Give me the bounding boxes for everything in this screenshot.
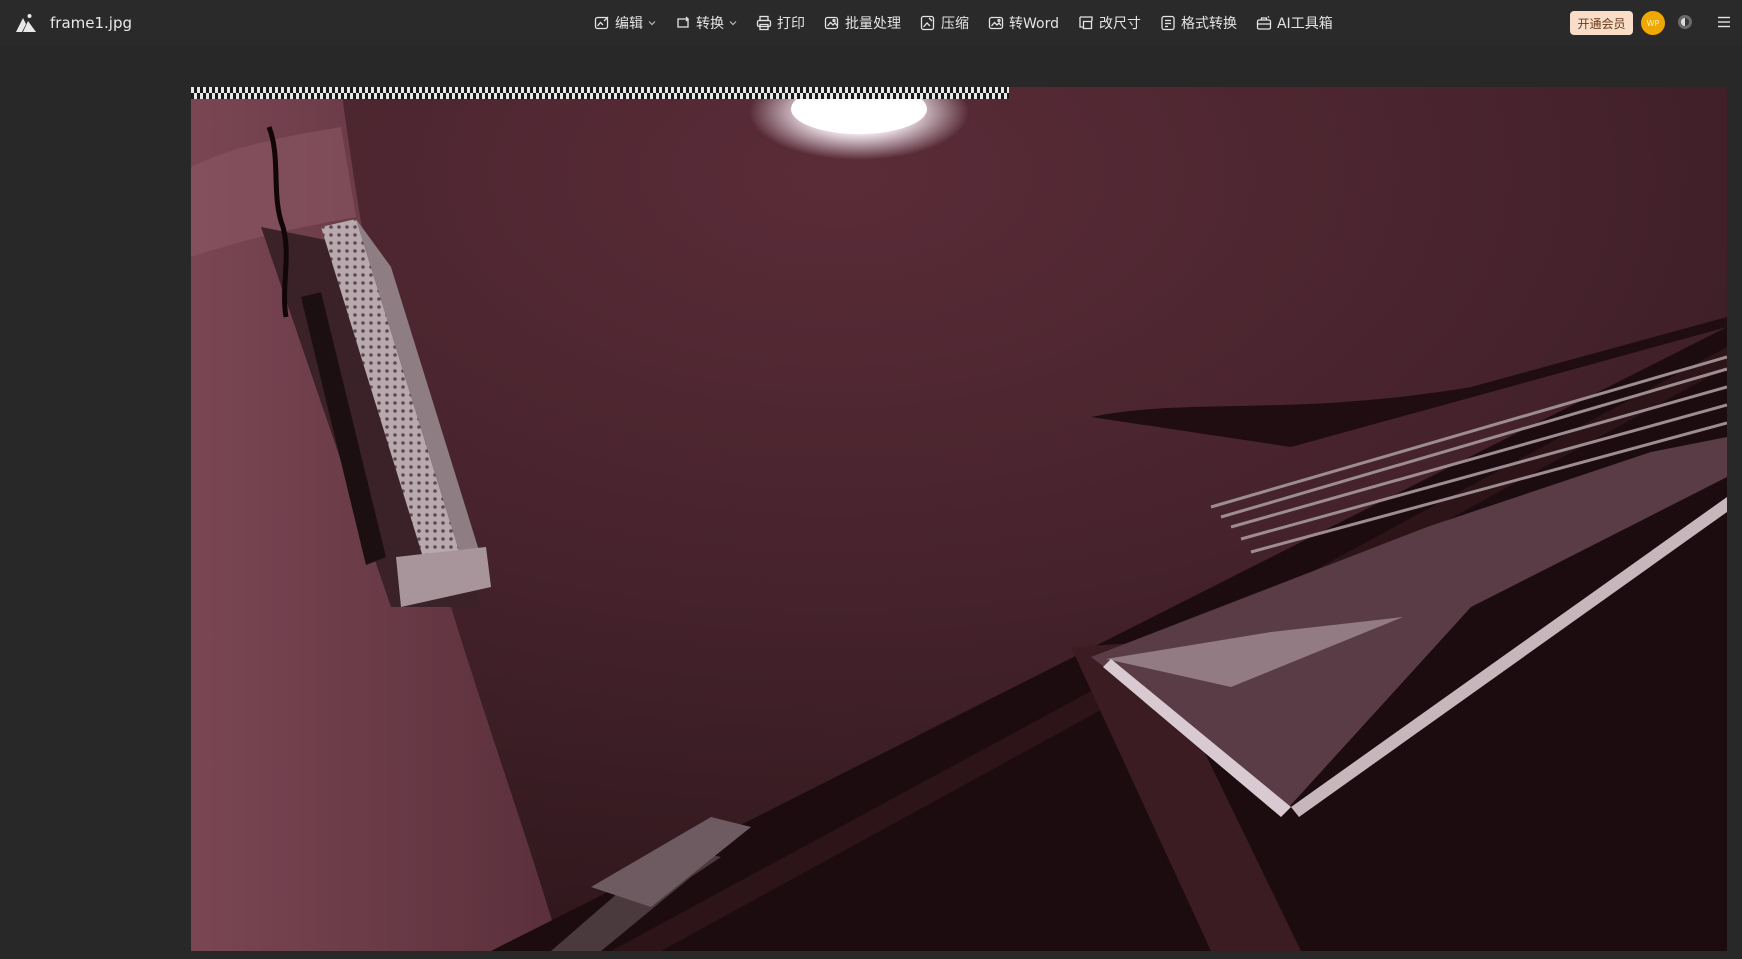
theme-toggle-icon[interactable] xyxy=(1678,15,1692,29)
word-image-icon xyxy=(988,16,1004,30)
to-word-label: 转Word xyxy=(1009,16,1059,32)
edit-label: 编辑 xyxy=(615,16,643,32)
displayed-photo[interactable] xyxy=(191,87,1727,951)
to-word-button[interactable]: 转Word xyxy=(988,13,1059,33)
rotate-icon xyxy=(677,16,689,28)
top-bar: frame1.jpg 编辑 转换 打印 批量处理 压缩 转Word 改尺寸 格式… xyxy=(0,0,1742,46)
convert-label: 转换 xyxy=(696,16,724,32)
format-convert-icon xyxy=(1161,15,1175,31)
edit-menu-button[interactable]: 编辑 xyxy=(594,13,656,33)
format-convert-label: 格式转换 xyxy=(1180,16,1237,32)
hamburger-menu-icon[interactable] xyxy=(1717,15,1731,29)
ai-toolbox-label: AI工具箱 xyxy=(1276,16,1333,32)
image-edit-icon xyxy=(594,16,609,30)
print-button[interactable]: 打印 xyxy=(756,13,805,33)
open-membership-button[interactable]: 开通会员 xyxy=(1570,11,1633,35)
batch-process-button[interactable]: 批量处理 xyxy=(824,13,901,33)
avatar[interactable]: WP xyxy=(1641,11,1665,35)
printer-icon xyxy=(756,15,772,31)
toolbar: 编辑 转换 打印 批量处理 压缩 转Word 改尺寸 格式转换 AI工具箱 xyxy=(594,10,1333,36)
chevron-down-icon xyxy=(648,21,656,26)
ai-toolbox-icon xyxy=(1256,16,1272,30)
resize-label: 改尺寸 xyxy=(1098,16,1141,32)
compress-button[interactable]: 压缩 xyxy=(920,13,969,33)
photo-content xyxy=(191,87,1727,951)
format-convert-button[interactable]: 格式转换 xyxy=(1160,13,1237,33)
batch-image-icon xyxy=(824,16,839,30)
resize-button[interactable]: 改尺寸 xyxy=(1078,13,1141,33)
brand: frame1.jpg xyxy=(14,11,132,35)
resize-icon xyxy=(1079,16,1093,30)
app-logo-icon xyxy=(16,14,36,32)
compress-icon xyxy=(920,15,935,31)
file-name: frame1.jpg xyxy=(50,14,133,32)
batch-process-label: 批量处理 xyxy=(845,16,901,32)
image-viewer xyxy=(0,46,1742,959)
convert-menu-button[interactable]: 转换 xyxy=(675,13,737,33)
compress-label: 压缩 xyxy=(941,16,969,32)
ai-toolbox-button[interactable]: AI工具箱 xyxy=(1256,13,1333,33)
chevron-down-icon xyxy=(729,21,737,26)
print-label: 打印 xyxy=(777,16,805,32)
